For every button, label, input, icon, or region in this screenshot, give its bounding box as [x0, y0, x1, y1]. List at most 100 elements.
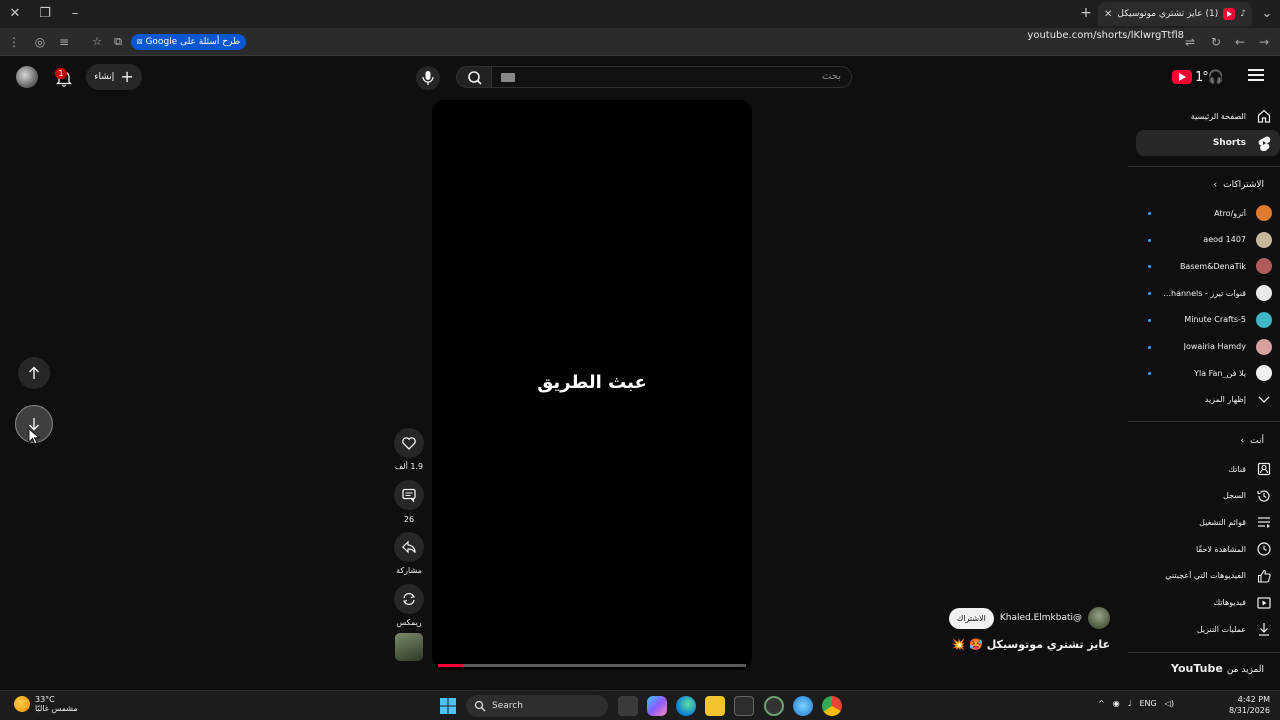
browser-menu-icon[interactable]: ⋮ — [6, 34, 22, 50]
back-icon[interactable]: ← — [1232, 34, 1248, 50]
channel-avatar[interactable] — [1088, 607, 1110, 629]
comment-icon — [402, 488, 416, 503]
downloads-icon — [1259, 623, 1269, 636]
sidebar-item-history[interactable]: السجل — [1136, 483, 1280, 509]
tab-search-icon[interactable]: ⌄ — [1258, 5, 1276, 23]
account-avatar[interactable] — [16, 66, 38, 88]
start-button[interactable] — [438, 696, 458, 716]
sidebar-divider — [1128, 421, 1280, 422]
tab-audio-icon[interactable]: ♪ — [1240, 9, 1246, 19]
weather-description: مشمس غالبًا — [35, 704, 78, 713]
sidebar-subscription-item[interactable]: أترو/Atro — [1136, 200, 1280, 226]
share-label: مشاركة — [396, 566, 422, 575]
app-icon[interactable] — [793, 696, 813, 716]
new-content-dot — [1148, 238, 1151, 242]
tab-title: (1) عايز تشتري موتوسيكل 🥵 — [1117, 9, 1219, 19]
edge-browser-icon[interactable] — [676, 696, 696, 716]
window-close-icon[interactable]: ✕ — [6, 5, 24, 23]
chevron-up-icon[interactable]: ^ — [1098, 699, 1105, 708]
channel-avatar — [1256, 311, 1272, 328]
weather-sun-icon — [14, 696, 30, 712]
previous-short-button[interactable] — [18, 357, 50, 389]
system-tray[interactable]: ^ ◉ ♩ ENG ◁) — [1098, 699, 1174, 708]
sidebar-item-watch-later[interactable]: المشاهدة لاحقًا — [1136, 536, 1280, 562]
chrome-icon[interactable] — [822, 696, 842, 716]
sidebar-subscription-item[interactable]: Jowairia Hamdy — [1136, 334, 1280, 360]
comments-button[interactable] — [394, 480, 424, 510]
sidebar-item-home[interactable]: الصفحة الرئيسية — [1136, 103, 1280, 129]
subscription-name: Jowairia Hamdy — [1183, 342, 1246, 351]
notification-count-badge: 1 — [55, 68, 67, 79]
sidebar-subscription-item[interactable]: 5-Minute Crafts — [1136, 307, 1280, 333]
site-settings-icon[interactable]: ⇌ — [1182, 34, 1198, 50]
window-restore-icon[interactable]: ❐ — [36, 5, 54, 23]
video-progress-bar[interactable] — [438, 664, 746, 667]
sidebar-item-channel[interactable]: قناتك — [1136, 456, 1280, 482]
sidebar-item-liked[interactable]: الفيديوهات التي أعجبتني — [1136, 563, 1280, 589]
like-button[interactable] — [394, 428, 424, 458]
clock[interactable]: 4:42 PM 8/31/2026 — [1226, 694, 1270, 716]
taskbar-search[interactable]: Search — [466, 695, 608, 717]
volume-icon: ◁) — [1164, 699, 1174, 708]
remix-button[interactable] — [394, 584, 424, 614]
new-tab-button[interactable]: + — [1078, 5, 1094, 21]
guide-menu-icon[interactable] — [1248, 69, 1264, 83]
playlists-icon — [1258, 517, 1270, 529]
show-more-label: إظهار المزيد — [1204, 394, 1246, 404]
language-indicator[interactable]: ENG — [1139, 699, 1156, 708]
subscriptions-header[interactable]: الاشتراكات › — [1214, 180, 1264, 190]
you-header[interactable]: أنت › — [1241, 436, 1264, 446]
file-explorer-icon[interactable] — [705, 696, 725, 716]
sidebar-item-your-videos[interactable]: فيديوهاتك — [1136, 590, 1280, 616]
youtube-logo[interactable]: 1°🎧 — [1172, 69, 1234, 85]
reading-list-icon[interactable]: ≡ — [56, 34, 72, 50]
new-content-dot — [1148, 212, 1151, 215]
search-button[interactable] — [456, 66, 492, 88]
sidebar-item-playlists[interactable]: قوائم التشغيل — [1136, 509, 1280, 535]
browser-tab-active[interactable]: ♪ (1) عايز تشتري موتوسيكل 🥵 ✕ — [1098, 2, 1252, 26]
url-text[interactable]: youtube.com/shorts/lKlwrgTtfl8 — [1027, 30, 1184, 41]
tab-close-icon[interactable]: ✕ — [1104, 9, 1112, 20]
sidebar-divider — [1128, 166, 1280, 167]
sound-thumbnail[interactable] — [395, 633, 423, 661]
keyboard-icon[interactable] — [501, 73, 515, 82]
sidebar-item-downloads[interactable]: عمليات التنزيل — [1136, 616, 1280, 642]
reload-icon[interactable]: ↻ — [1208, 34, 1224, 50]
video-overlay-text: عبث الطريق — [537, 372, 647, 393]
search-input[interactable]: بحث — [490, 66, 852, 88]
sidebar-subscription-item[interactable]: قنوات تيرز - hannels... — [1136, 280, 1280, 306]
microphone-icon: ♩ — [1127, 699, 1132, 708]
sidebar-subscription-item[interactable]: aeod 1407 — [1136, 227, 1280, 253]
sidebar-label-home: الصفحة الرئيسية — [1190, 111, 1246, 121]
shorts-video-player[interactable]: عبث الطريق — [432, 100, 752, 670]
subscribe-button[interactable]: الاشتراك — [948, 607, 994, 629]
share-button[interactable] — [394, 532, 424, 562]
video-title[interactable]: عايز تشتري موتوسيكل 🥵 💥 — [952, 638, 1110, 651]
channel-avatar — [1256, 231, 1272, 248]
window-minimize-icon[interactable]: – — [66, 5, 84, 23]
channel-handle[interactable]: @Khaled.Elmkbati — [1000, 613, 1082, 623]
forward-icon[interactable]: → — [1256, 34, 1272, 50]
sidebar-label: فيديوهاتك — [1213, 598, 1246, 607]
channel-avatar — [1256, 258, 1272, 275]
task-view-icon[interactable] — [618, 696, 638, 716]
sidebar-item-shorts[interactable]: Shorts — [1136, 130, 1280, 156]
weather-widget[interactable]: 33°C مشمس غالبًا — [14, 695, 78, 713]
doodle-icon: 1°🎧 — [1195, 69, 1224, 85]
ask-google-button[interactable]: طرح أسئلة على Google ⧈ — [131, 34, 246, 50]
subscription-name: Basem&DenaTik — [1179, 261, 1246, 271]
ask-google-label: طرح أسئلة على Google — [145, 37, 241, 47]
voice-search-button[interactable] — [416, 66, 440, 90]
app-icon[interactable] — [764, 696, 784, 716]
install-app-icon[interactable]: ⧉ — [111, 35, 125, 49]
microsoft-store-icon[interactable] — [734, 696, 754, 716]
sidebar-subscription-item[interactable]: يلا فن_Yla Fan — [1136, 360, 1280, 386]
copilot-icon[interactable] — [647, 696, 667, 716]
temperature: 33°C — [35, 695, 55, 704]
clock-time: 4:42 PM — [1237, 695, 1270, 704]
profile-icon[interactable]: ◎ — [32, 34, 48, 50]
sidebar-subscription-item[interactable]: Basem&DenaTik — [1136, 253, 1280, 279]
create-button[interactable]: + إنشاء — [86, 64, 142, 90]
bookmark-star-icon[interactable]: ☆ — [90, 35, 104, 49]
show-more-button[interactable]: إظهار المزيد — [1136, 386, 1280, 412]
